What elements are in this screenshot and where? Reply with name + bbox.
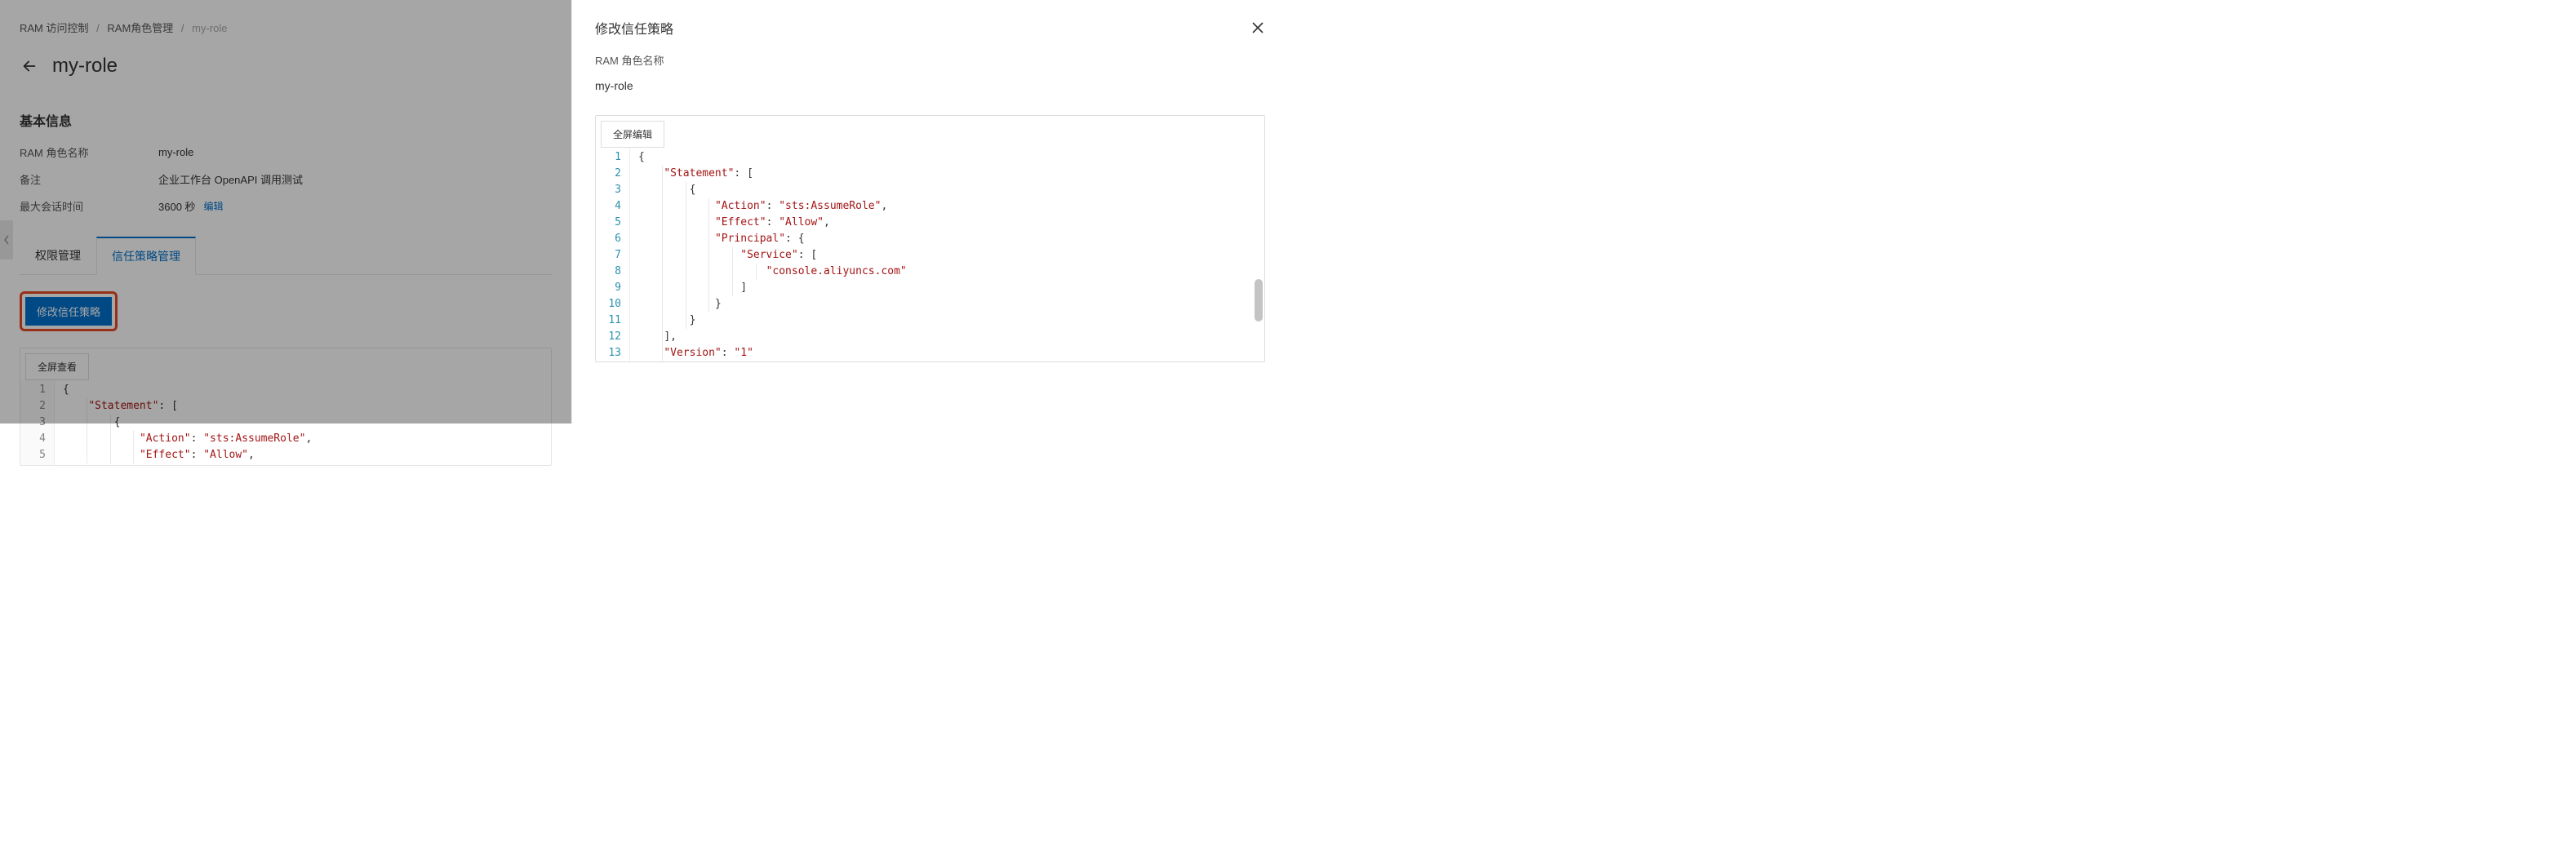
modal-overlay[interactable] (0, 0, 571, 424)
editor-line-numbers: 12345678910111213 (596, 148, 630, 361)
fullscreen-edit-button[interactable]: 全屏编辑 (601, 121, 664, 148)
close-icon[interactable] (1250, 20, 1265, 35)
editor-scrollbar-thumb[interactable] (1255, 279, 1263, 322)
policy-editor[interactable]: 全屏编辑 12345678910111213 { "Statement": [ … (595, 115, 1265, 362)
editor-code-content[interactable]: { "Statement": [ { "Action": "sts:Assume… (630, 148, 1264, 361)
drawer-role-value: my-role (595, 79, 1265, 92)
main-content: RAM 访问控制 / RAM角色管理 / my-role my-role 基本信… (0, 0, 571, 424)
drawer-title: 修改信任策略 (595, 18, 673, 38)
modify-trust-drawer: 修改信任策略 RAM 角色名称 my-role 全屏编辑 12345678910… (571, 0, 1288, 424)
drawer-role-label: RAM 角色名称 (595, 52, 1265, 68)
